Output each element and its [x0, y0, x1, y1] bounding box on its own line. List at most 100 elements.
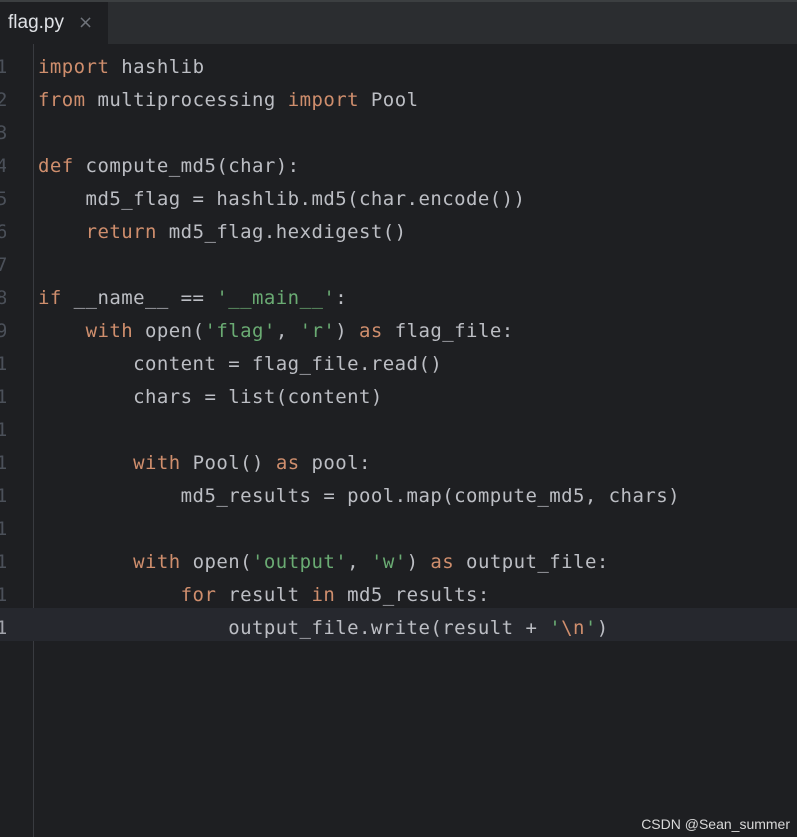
line-number: 9	[0, 320, 6, 342]
keyword-token: in	[311, 584, 336, 606]
string-token: 'w'	[370, 551, 407, 573]
code-line[interactable]: 12	[0, 410, 797, 443]
code-token: result	[216, 584, 312, 606]
keyword-token: with	[85, 320, 134, 342]
keyword-token: with	[133, 452, 181, 474]
string-token: '	[584, 617, 597, 639]
line-number: 5	[0, 188, 6, 210]
line-number: 6	[0, 221, 6, 243]
code-text: with open('output', 'w') as output_file:	[38, 542, 609, 575]
code-line[interactable]: 3	[0, 113, 797, 146]
code-token: Pool	[359, 89, 419, 111]
keyword-token: return	[85, 221, 157, 243]
code-text: import hashlib	[38, 47, 204, 80]
code-text: return md5_flag.hexdigest()	[38, 212, 407, 245]
code-line[interactable]: 9 with open('flag', 'r') as flag_file:	[0, 311, 797, 344]
keyword-token: from	[38, 89, 86, 111]
line-number: 14	[0, 485, 6, 507]
line-number: 1	[0, 56, 6, 78]
watermark: CSDN @Sean_summer	[641, 816, 790, 832]
code-text: def compute_md5(char):	[38, 146, 300, 179]
line-number: 15	[0, 518, 6, 540]
line-number: 16	[0, 551, 6, 573]
line-number: 8	[0, 287, 6, 309]
code-text: if __name__ == '__main__':	[38, 278, 347, 311]
code-token: Pool()	[180, 452, 276, 474]
code-line[interactable]: 18 output_file.write(result + '\n')	[0, 608, 797, 641]
code-token: compute_md5(char):	[73, 155, 300, 177]
code-line[interactable]: 15	[0, 509, 797, 542]
string-token: \n	[561, 617, 585, 639]
code-token: md5_flag.hexdigest()	[156, 221, 407, 243]
line-number: 17	[0, 584, 6, 606]
code-line[interactable]: 6 return md5_flag.hexdigest()	[0, 212, 797, 245]
code-text: chars = list(content)	[38, 377, 383, 410]
code-token: output_file.write(result +	[38, 617, 550, 639]
code-text: md5_flag = hashlib.md5(char.encode())	[38, 179, 525, 212]
code-line[interactable]: 5 md5_flag = hashlib.md5(char.encode())	[0, 179, 797, 212]
code-line[interactable]: 4 def compute_md5(char):	[0, 146, 797, 179]
code-token: hashlib	[109, 56, 205, 78]
line-number: 3	[0, 122, 6, 144]
line-number: 12	[0, 419, 6, 441]
line-number: 18	[0, 617, 6, 639]
code-line[interactable]: 11 chars = list(content)	[0, 377, 797, 410]
code-token: pool:	[299, 452, 371, 474]
code-token: )	[335, 320, 360, 342]
string-token: 'output'	[252, 551, 348, 573]
line-number: 13	[0, 452, 6, 474]
code-line[interactable]: 7	[0, 245, 797, 278]
code-token: :	[335, 287, 348, 309]
code-text: for result in md5_results:	[38, 575, 490, 608]
code-line[interactable]: 16 with open('output', 'w') as output_fi…	[0, 542, 797, 575]
code-token: md5_results:	[335, 584, 490, 606]
line-number: 10	[0, 353, 6, 375]
keyword-token: as	[430, 551, 455, 573]
keyword-token: with	[133, 551, 181, 573]
code-text: output_file.write(result + '\n')	[38, 608, 609, 641]
code-token: )	[596, 617, 609, 639]
code-line[interactable]: 14 md5_results = pool.map(compute_md5, c…	[0, 476, 797, 509]
code-text: content = flag_file.read()	[38, 344, 442, 377]
code-token: )	[406, 551, 431, 573]
code-token: content = flag_file.read()	[38, 353, 443, 375]
keyword-token: for	[180, 584, 217, 606]
ide-window: flag.py × 1 import hashlib 2 from multiproc…	[0, 0, 797, 837]
line-number: 11	[0, 386, 6, 408]
keyword-token: import	[287, 89, 360, 111]
code-token: multiprocessing	[85, 89, 288, 111]
code-editor[interactable]: 1 import hashlib 2 from multiprocessing imp…	[0, 44, 797, 837]
code-line[interactable]: 8 if __name__ == '__main__':	[0, 278, 797, 311]
code-token: open(	[180, 551, 253, 573]
line-number: 2	[0, 89, 6, 111]
code-line[interactable]: 10 content = flag_file.read()	[0, 344, 797, 377]
code-text: from multiprocessing import Pool	[38, 80, 418, 113]
code-text: with Pool() as pool:	[38, 443, 371, 476]
string-token: '	[549, 617, 562, 639]
code-line[interactable]: 17 for result in md5_results:	[0, 575, 797, 608]
code-token: output_file:	[454, 551, 609, 573]
keyword-token: if	[38, 287, 62, 309]
code-line[interactable]: 2 from multiprocessing import Pool	[0, 80, 797, 113]
code-text: md5_results = pool.map(compute_md5, char…	[38, 476, 680, 509]
code-line[interactable]: 1 import hashlib	[0, 47, 797, 80]
code-line[interactable]: 13 with Pool() as pool:	[0, 443, 797, 476]
tab-bar: flag.py ×	[0, 0, 797, 44]
tab-label: flag.py	[8, 12, 64, 33]
code-text: with open('flag', 'r') as flag_file:	[38, 311, 514, 344]
string-token: 'r'	[299, 320, 336, 342]
line-number: 7	[0, 254, 6, 276]
code-token: ,	[347, 551, 371, 573]
code-token: md5_results = pool.map(compute_md5, char…	[38, 485, 681, 507]
string-token: 'flag'	[204, 320, 276, 342]
tab-flag-py[interactable]: flag.py ×	[0, 2, 108, 44]
close-icon[interactable]: ×	[78, 14, 93, 32]
code-token: md5_flag = hashlib.md5(char.encode())	[38, 188, 526, 210]
code-token: ,	[275, 320, 300, 342]
keyword-token: import	[38, 56, 110, 78]
